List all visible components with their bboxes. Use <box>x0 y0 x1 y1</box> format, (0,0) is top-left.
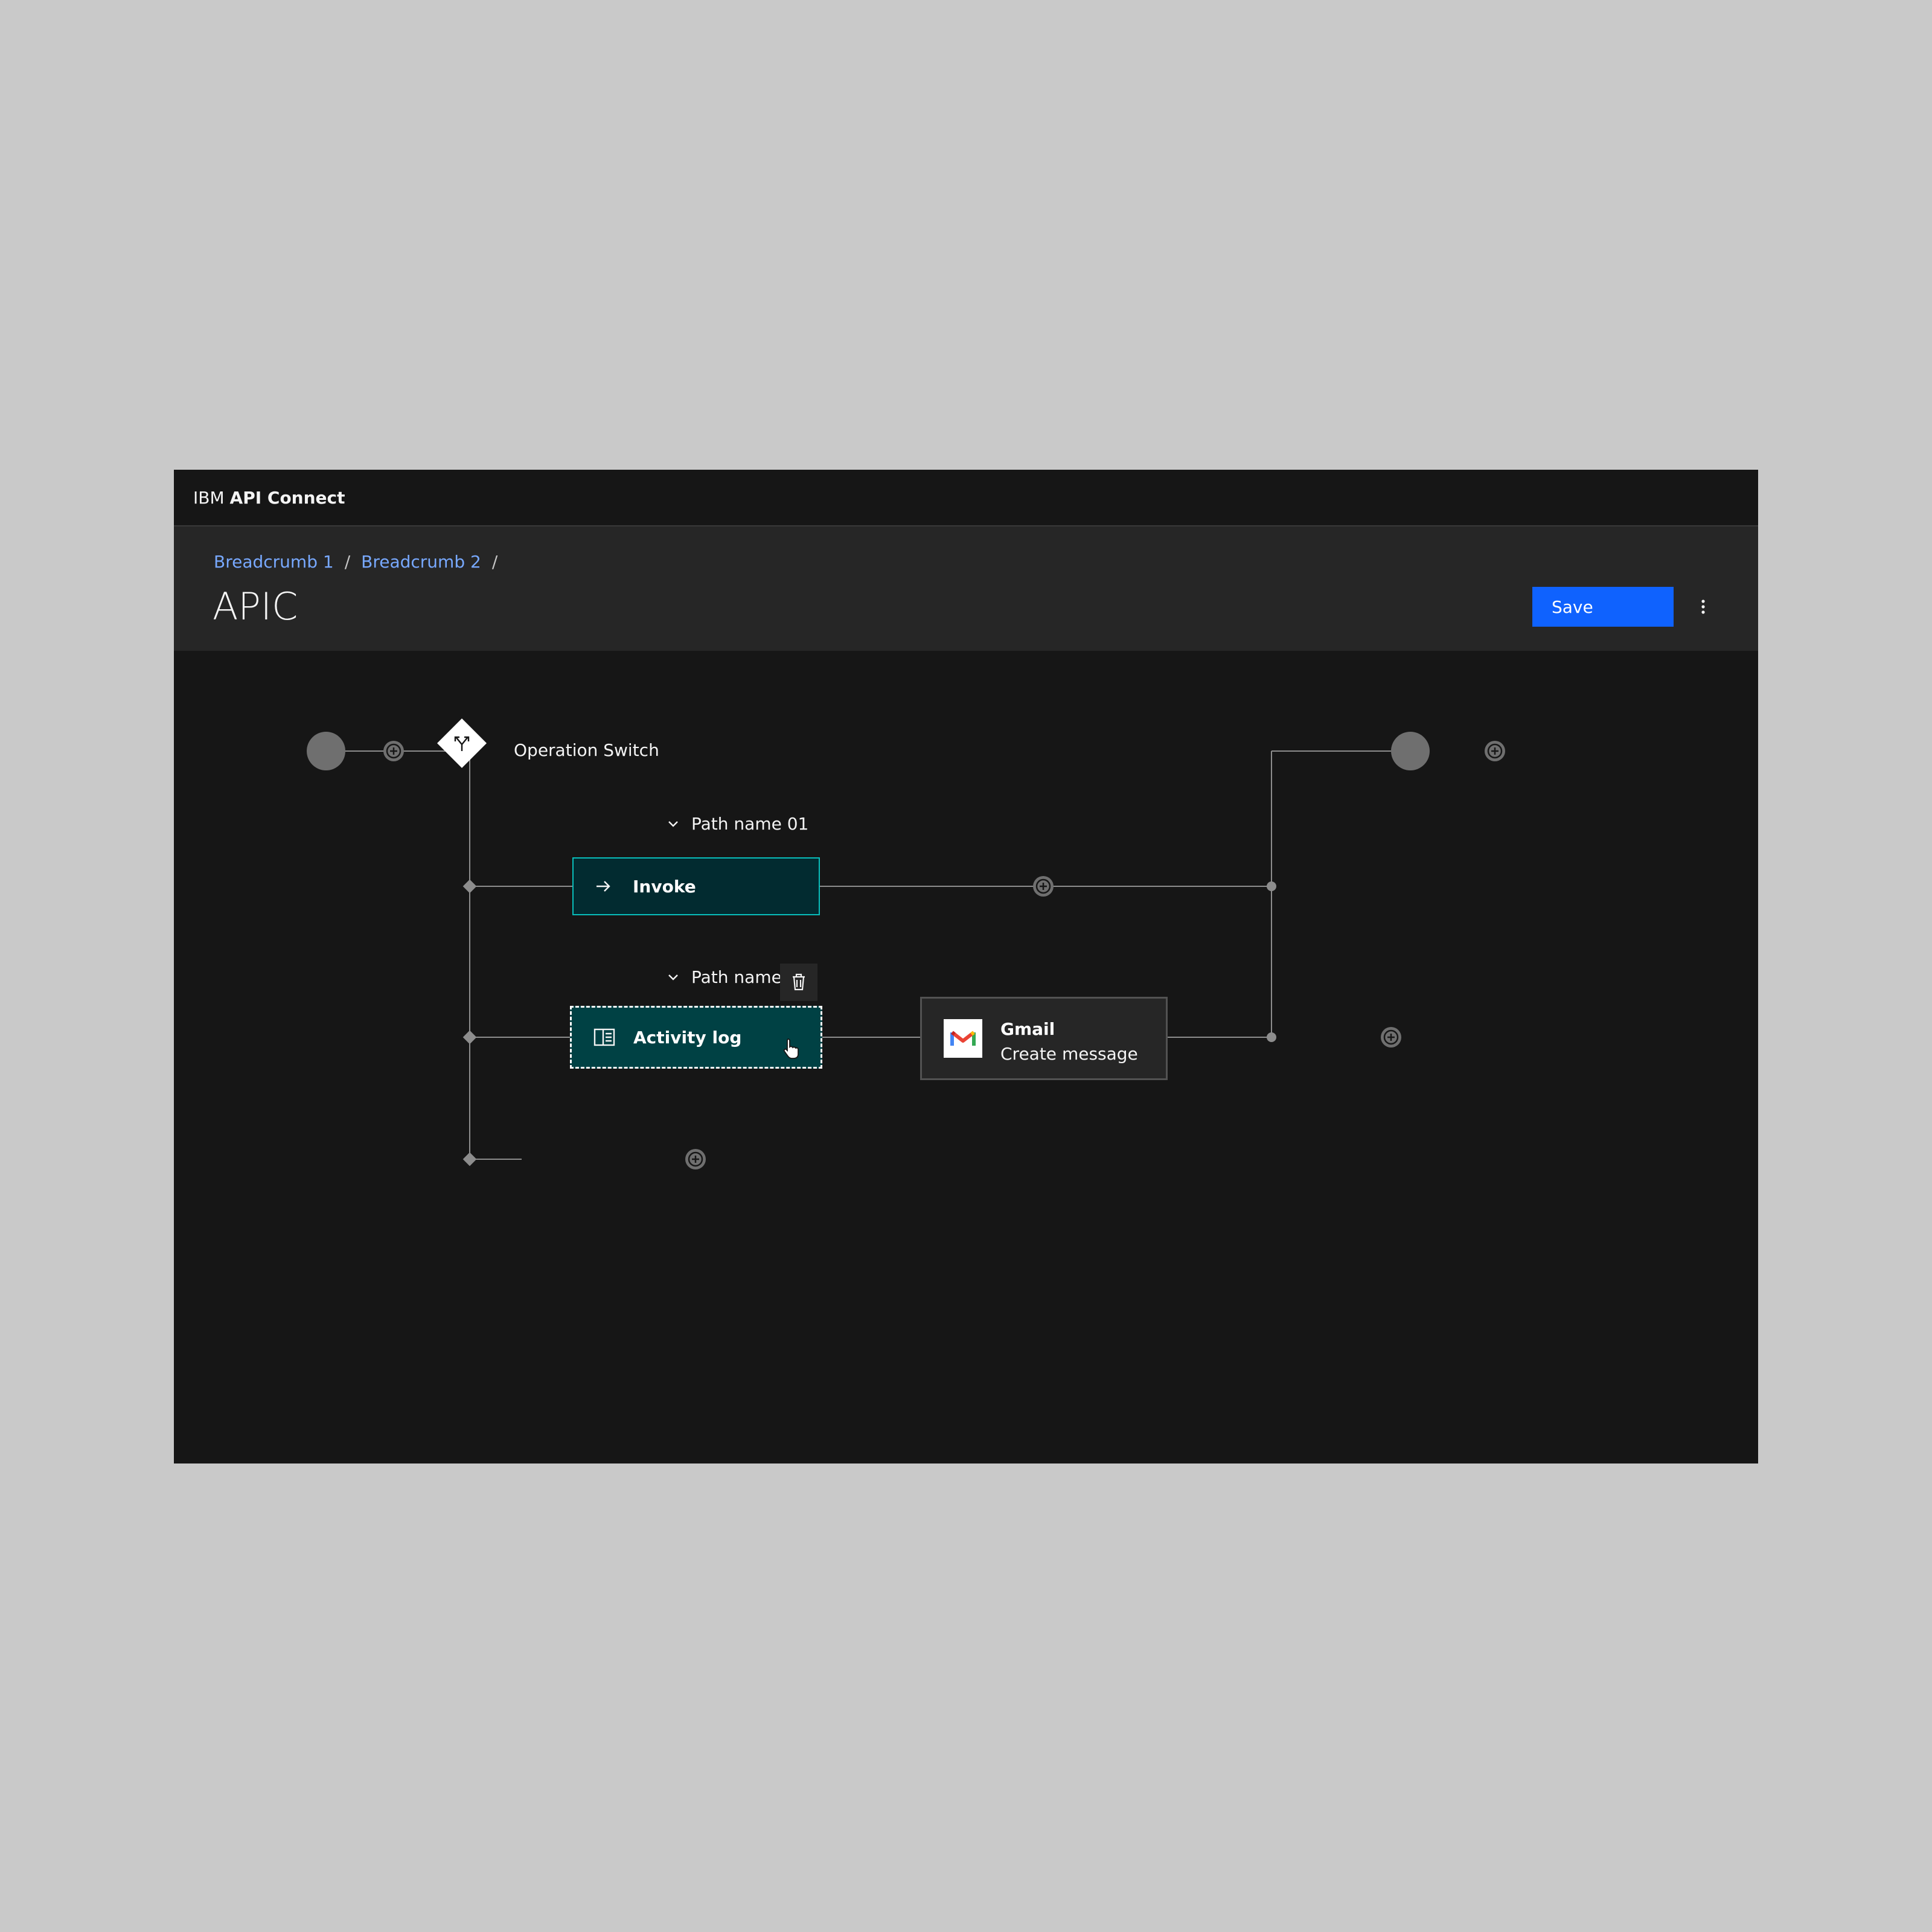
breadcrumb-separator: / <box>491 551 498 572</box>
flow-canvas: Operation Switch Path name 01 Invoke Pat… <box>174 651 1758 1463</box>
branch-icon <box>454 736 470 751</box>
gmail-node-title: Gmail <box>1000 1019 1055 1039</box>
path-header-01[interactable]: Path name 01 <box>666 814 808 834</box>
add-step-button[interactable] <box>1381 1027 1401 1048</box>
activity-log-node-title: Activity log <box>633 1027 742 1048</box>
save-button[interactable]: Save <box>1532 587 1674 627</box>
plus-icon <box>1487 743 1503 759</box>
gmail-icon <box>944 1019 982 1058</box>
brand-prefix: IBM <box>193 488 225 508</box>
start-node <box>307 732 345 770</box>
plus-icon <box>1383 1029 1399 1045</box>
add-step-button[interactable] <box>383 741 404 761</box>
invoke-node[interactable]: Invoke <box>572 857 820 915</box>
page-header: Breadcrumb 1 / Breadcrumb 2 / APIC Save <box>174 526 1758 651</box>
page-title: APIC <box>213 584 298 629</box>
chevron-down-icon <box>668 820 678 827</box>
breadcrumb: Breadcrumb 1 / Breadcrumb 2 / <box>214 549 508 574</box>
activity-log-node[interactable]: Activity log <box>570 1006 822 1069</box>
plus-icon <box>688 1151 703 1167</box>
product-name[interactable]: IBM API Connect <box>193 470 345 526</box>
path-name-label: Path name 01 <box>691 814 809 834</box>
app-window: IBM API Connect Breadcrumb 1 / Breadcrum… <box>174 470 1758 1463</box>
gmail-node[interactable]: Gmail Create message <box>920 997 1168 1080</box>
overflow-menu-icon <box>1701 600 1705 614</box>
overflow-menu-button[interactable] <box>1683 587 1723 627</box>
operation-switch-label: Operation Switch <box>514 740 659 760</box>
brand-name: API Connect <box>229 488 345 508</box>
invoke-node-title: Invoke <box>633 876 696 897</box>
top-bar: IBM API Connect <box>174 470 1758 526</box>
breadcrumb-item-2[interactable]: Breadcrumb 2 <box>361 552 481 572</box>
breadcrumb-item-1[interactable]: Breadcrumb 1 <box>214 552 334 572</box>
delete-node-button[interactable] <box>780 964 817 1001</box>
chevron-down-icon <box>668 974 678 980</box>
gmail-node-text: Gmail Create message <box>1000 1019 1138 1064</box>
arrow-right-icon <box>597 881 610 892</box>
pointer-cursor-icon <box>783 1038 799 1059</box>
plus-icon <box>1035 878 1051 894</box>
add-step-button[interactable] <box>1485 741 1505 761</box>
plus-icon <box>386 743 401 759</box>
breadcrumb-separator: / <box>344 551 351 572</box>
trash-icon <box>793 973 805 991</box>
gmail-node-subtitle: Create message <box>1000 1044 1138 1064</box>
add-path-button[interactable] <box>685 1149 706 1169</box>
add-step-button[interactable] <box>1033 876 1054 897</box>
activity-log-icon <box>593 1028 615 1046</box>
end-node <box>1391 732 1430 770</box>
